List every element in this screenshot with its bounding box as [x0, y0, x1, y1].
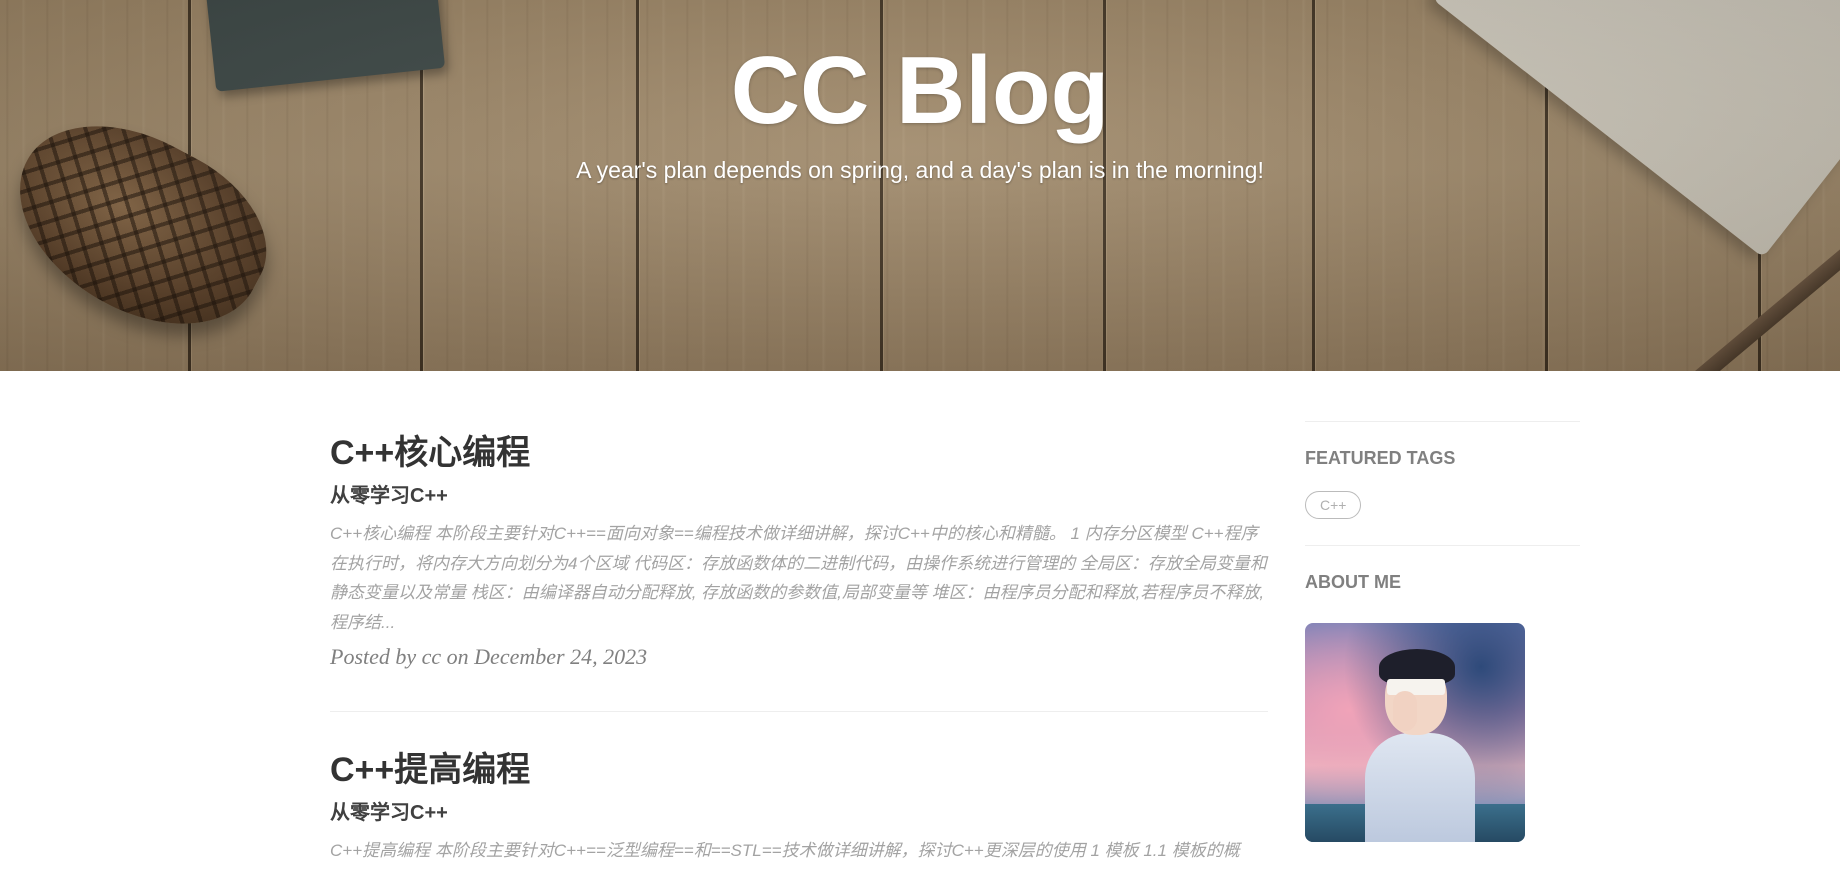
site-subtitle: A year's plan depends on spring, and a d… — [576, 157, 1264, 183]
sidebar-divider — [1305, 545, 1580, 546]
post-list: C++核心编程 从零学习C++ C++核心编程 本阶段主要针对C++==面向对象… — [330, 371, 1268, 866]
hero-header: CC Blog A year's plan depends on spring,… — [0, 0, 1840, 371]
post-preview[interactable]: C++提高编程 从零学习C++ C++提高编程 本阶段主要针对C++==泛型编程… — [330, 712, 1268, 866]
tag-list: C++ — [1305, 469, 1580, 519]
avatar-figure-hand — [1393, 691, 1417, 731]
sidebar: FEATURED TAGS C++ ABOUT ME — [1305, 421, 1580, 842]
post-subtitle: 从零学习C++ — [330, 485, 448, 507]
featured-tags-heading: FEATURED TAGS — [1305, 448, 1456, 468]
avatar — [1305, 623, 1525, 842]
post-meta: Posted by cc on December 24, 2023 — [330, 644, 648, 669]
tag-cpp[interactable]: C++ — [1305, 491, 1362, 519]
post-subtitle: 从零学习C++ — [330, 802, 448, 824]
hero-text: CC Blog A year's plan depends on spring,… — [0, 0, 1840, 184]
avatar-figure-body — [1365, 733, 1475, 842]
post-excerpt: C++提高编程 本阶段主要针对C++==泛型编程==和==STL==技术做详细讲… — [330, 841, 1240, 860]
post-excerpt: C++核心编程 本阶段主要针对C++==面向对象==编程技术做详细讲解，探讨C+… — [330, 524, 1267, 632]
main-content: C++核心编程 从零学习C++ C++核心编程 本阶段主要针对C++==面向对象… — [0, 371, 1840, 878]
post-preview[interactable]: C++核心编程 从零学习C++ C++核心编程 本阶段主要针对C++==面向对象… — [330, 371, 1268, 712]
site-title: CC Blog — [730, 37, 1110, 144]
post-title[interactable]: C++提高编程 — [330, 750, 1268, 790]
sidebar-divider — [1305, 421, 1580, 422]
avatar-figure-headband — [1387, 679, 1445, 695]
post-title[interactable]: C++核心编程 — [330, 433, 1268, 473]
about-me-heading: ABOUT ME — [1305, 572, 1401, 592]
